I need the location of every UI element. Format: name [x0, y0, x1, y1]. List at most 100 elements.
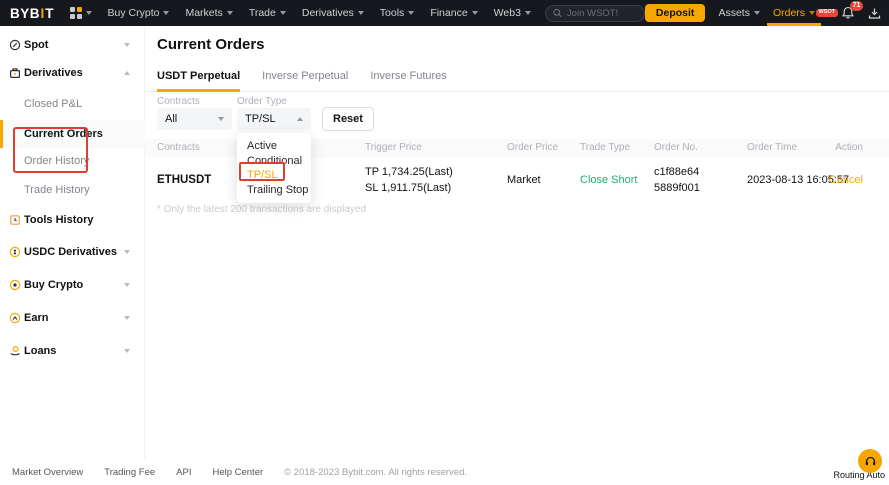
header-trade-type: Trade Type: [580, 139, 630, 157]
nav-orders[interactable]: Orders: [773, 0, 815, 26]
chevron-down-icon: [809, 11, 815, 15]
chevron-down-icon: [525, 11, 531, 15]
support-chat-button[interactable]: [858, 449, 882, 473]
dropdown-option-trailing-stop[interactable]: Trailing Stop: [237, 183, 311, 198]
chevron-down-icon: [124, 349, 130, 353]
order-type-dropdown: Active Conditional TP/SL Trailing Stop: [237, 133, 311, 203]
logo-text: T: [45, 6, 54, 21]
download-icon[interactable]: [868, 7, 881, 20]
sidebar-item-spot[interactable]: Spot: [0, 31, 145, 59]
tab-inverse-perpetual[interactable]: Inverse Perpetual: [262, 70, 348, 92]
search-icon: [553, 8, 562, 18]
routing-auto-label: Routing Auto: [833, 470, 885, 480]
reset-button[interactable]: Reset: [322, 107, 374, 131]
header-action: Action: [835, 139, 863, 157]
nav-menu-web3[interactable]: Web3: [494, 7, 531, 19]
nav-menu-tools[interactable]: Tools: [380, 7, 415, 19]
sidebar-item-tools-history[interactable]: Tools History: [0, 206, 145, 234]
nav-menu-buy-crypto[interactable]: Buy Crypto: [108, 7, 170, 19]
nav-menu-trade[interactable]: Trade: [249, 7, 286, 19]
earn-icon: [9, 312, 21, 324]
footer-link-market-overview[interactable]: Market Overview: [12, 467, 83, 478]
wsot-badge: WSOT: [816, 9, 839, 17]
sidebar-item-earn[interactable]: Earn: [0, 304, 145, 332]
cell-contracts: ETHUSDT: [157, 157, 211, 203]
buy-crypto-icon: [9, 279, 21, 291]
logo-text: BYB: [10, 6, 40, 21]
chevron-down-icon: [124, 283, 130, 287]
chevron-up-icon: [297, 117, 303, 121]
order-type-filter-label: Order Type: [237, 96, 287, 107]
chevron-down-icon: [124, 316, 130, 320]
nav-right-group: Deposit Assets Orders WSOT 71: [645, 0, 889, 26]
active-nav-underline: [767, 23, 821, 26]
chevron-down-icon: [408, 11, 414, 15]
chevron-down-icon: [280, 11, 286, 15]
sidebar-item-buy-crypto[interactable]: Buy Crypto: [0, 271, 145, 299]
chevron-down-icon: [472, 11, 478, 15]
spot-icon: [9, 39, 21, 51]
headset-icon: [864, 455, 877, 468]
sidebar-item-derivatives[interactable]: Derivatives: [0, 59, 145, 87]
sidebar-item-loans[interactable]: Loans: [0, 337, 145, 365]
chevron-down-icon: [124, 43, 130, 47]
loans-icon: [9, 345, 21, 357]
copyright-text: © 2018-2023 Bybit.com. All rights reserv…: [284, 467, 467, 478]
chevron-down-icon: [218, 117, 224, 121]
cell-trigger-price: TP 1,734.25(Last) SL 1,911.75(Last): [365, 164, 453, 196]
header-order-price: Order Price: [507, 139, 558, 157]
footer: Market Overview Trading Fee API Help Cen…: [0, 459, 889, 485]
cell-trade-type: Close Short: [580, 157, 637, 203]
header-trigger-price: Trigger Price: [365, 139, 422, 157]
header-contracts: Contracts: [157, 139, 200, 157]
chevron-up-icon: [124, 71, 130, 75]
apps-grid-icon[interactable]: [70, 7, 92, 19]
dropdown-option-active[interactable]: Active: [237, 139, 311, 154]
main-content: Current Orders USDT Perpetual Inverse Pe…: [145, 26, 889, 459]
nav-assets[interactable]: Assets: [718, 7, 760, 19]
tools-history-icon: [9, 214, 21, 226]
deposit-button[interactable]: Deposit: [645, 4, 706, 22]
grid-icon: [70, 7, 82, 19]
cell-order-price: Market: [507, 157, 541, 203]
logo-text: I: [41, 6, 45, 21]
page-title: Current Orders: [157, 36, 265, 53]
cancel-order-link[interactable]: Cancel: [829, 157, 863, 203]
bybit-logo[interactable]: BYBIT: [10, 6, 54, 21]
cell-order-no: c1f88e64 5889f001: [654, 164, 700, 196]
tab-inverse-futures[interactable]: Inverse Futures: [370, 70, 446, 92]
notifications-button[interactable]: 71: [841, 6, 855, 20]
derivatives-icon: [9, 67, 21, 79]
sidebar-item-closed-pnl[interactable]: Closed P&L: [0, 90, 145, 118]
contracts-select[interactable]: All: [157, 108, 232, 130]
search-box[interactable]: [545, 5, 645, 22]
sidebar-item-usdc-derivatives[interactable]: USDC Derivatives: [0, 238, 145, 266]
contract-tabs: USDT Perpetual Inverse Perpetual Inverse…: [145, 70, 889, 92]
footer-link-help-center[interactable]: Help Center: [212, 467, 263, 478]
dropdown-option-conditional[interactable]: Conditional: [237, 154, 311, 169]
header-order-no: Order No.: [654, 139, 698, 157]
order-type-select[interactable]: TP/SL: [237, 108, 311, 130]
header-order-time: Order Time: [747, 139, 797, 157]
sidebar: Spot Derivatives Closed P&L Current Orde…: [0, 26, 145, 459]
sidebar-item-current-orders[interactable]: Current Orders: [0, 120, 145, 148]
sidebar-item-trade-history[interactable]: Trade History: [0, 176, 145, 204]
footer-link-trading-fee[interactable]: Trading Fee: [104, 467, 155, 478]
chevron-down-icon: [163, 11, 169, 15]
chevron-down-icon: [358, 11, 364, 15]
usdc-derivatives-icon: [9, 246, 21, 258]
search-input[interactable]: [567, 8, 637, 19]
contracts-filter-label: Contracts: [157, 96, 200, 107]
footer-link-api[interactable]: API: [176, 467, 191, 478]
notification-count-badge: 71: [850, 1, 863, 11]
dropdown-option-tpsl[interactable]: TP/SL: [237, 168, 311, 183]
nav-menu-finance[interactable]: Finance: [430, 7, 477, 19]
nav-menu-markets[interactable]: Markets: [185, 7, 232, 19]
top-navigation-bar: BYBIT Buy Crypto Markets Trade Derivativ…: [0, 0, 889, 26]
sidebar-item-order-history[interactable]: Order History: [0, 147, 145, 175]
chevron-down-icon: [124, 250, 130, 254]
nav-menus: Buy Crypto Markets Trade Derivatives Too…: [108, 7, 531, 19]
tab-usdt-perpetual[interactable]: USDT Perpetual: [157, 70, 240, 92]
nav-menu-derivatives[interactable]: Derivatives: [302, 7, 364, 19]
transactions-footnote: * Only the latest 200 transactions are d…: [157, 204, 366, 215]
